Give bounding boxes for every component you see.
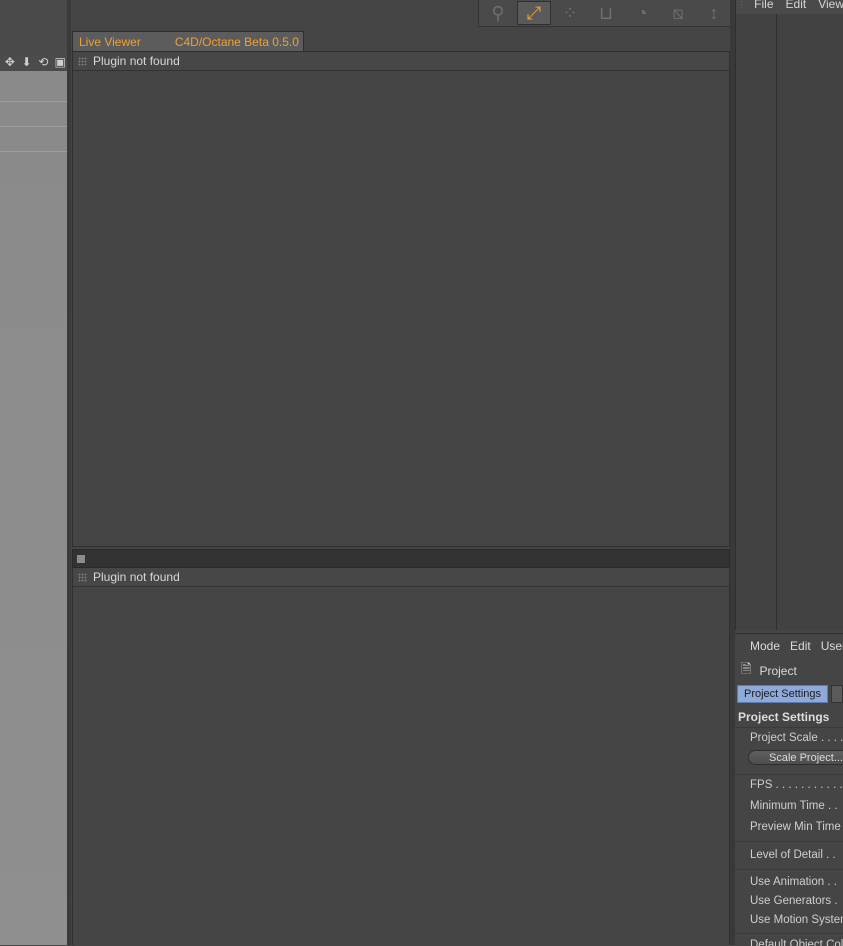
divider (735, 774, 843, 775)
reset-icon[interactable]: ⟲ (36, 55, 52, 69)
left-list-panel (0, 71, 67, 945)
live-viewer-top[interactable]: Plugin not found (72, 51, 730, 547)
tab-subtitle: C4D/Octane Beta 0.5.0 (174, 35, 299, 49)
level-of-detail-label: Level of Detail . . (750, 849, 836, 861)
menu-file[interactable]: File (754, 0, 773, 10)
menu-edit[interactable]: Edit (790, 639, 811, 653)
grid-dots-icon[interactable]: ⁘ (553, 1, 587, 25)
project-scale-label: Project Scale . . . . (750, 732, 843, 744)
live-viewer-tab[interactable]: Live Viewer C4D/Octane Beta 0.5.0 (72, 31, 304, 52)
tab-title: Live Viewer (79, 35, 141, 49)
list-item[interactable] (0, 127, 67, 152)
grip-icon[interactable] (78, 572, 87, 582)
top-toolbar: ⚲ ⤢ ⁘ ⊔ ◔ ⧅ ↕ (478, 0, 731, 27)
scene-icon[interactable]: ⧅ (661, 1, 695, 25)
minimum-time-label: Minimum Time . . (750, 800, 838, 812)
context-label: Project (759, 664, 797, 678)
divider (735, 869, 843, 870)
down-arrow-icon[interactable]: ⬇ (19, 55, 35, 69)
menu-view[interactable]: View (818, 0, 843, 10)
grip-icon[interactable] (78, 56, 87, 66)
axis-icon[interactable]: ⤢ (517, 1, 551, 25)
attribute-manager: Mode Edit User Data 🗎 Project Project Se… (735, 633, 843, 946)
project-context: 🗎 Project (735, 660, 843, 682)
viewer-message: Plugin not found (93, 54, 180, 68)
use-motion-system-label: Use Motion System (750, 914, 843, 926)
divider (735, 933, 843, 934)
panel-divider[interactable] (67, 0, 71, 945)
column-divider (776, 14, 777, 630)
viewer-message: Plugin not found (93, 570, 180, 584)
preview-min-time-label: Preview Min Time (750, 821, 841, 833)
tab-next[interactable] (831, 685, 843, 703)
attribute-manager-menu: Mode Edit User Data (735, 634, 843, 658)
deformer-icon[interactable]: ⊔ (589, 1, 623, 25)
use-animation-label: Use Animation . . (750, 876, 837, 888)
viewer-header: Plugin not found (73, 52, 729, 71)
menu-mode[interactable]: Mode (750, 639, 780, 653)
section-title: Project Settings (738, 710, 830, 724)
list-item[interactable] (0, 71, 67, 102)
move-icon[interactable]: ✥ (2, 55, 18, 69)
viewer-splitter[interactable] (72, 549, 730, 568)
menu-user-data[interactable]: User Data (821, 639, 843, 653)
grip-icon[interactable] (741, 0, 743, 9)
coordinates-icon[interactable]: ↕ (697, 1, 731, 25)
render-sphere-icon[interactable]: ⚲ (481, 1, 515, 25)
use-generators-label: Use Generators . (750, 895, 838, 907)
left-toolbar: ✥ ⬇ ⟲ ▣ (0, 53, 68, 70)
attribute-tabs: Project Settings (737, 685, 843, 703)
shape-icon[interactable]: ◔ (625, 1, 659, 25)
divider (735, 727, 843, 728)
menu-edit[interactable]: Edit (786, 0, 807, 10)
viewer-header: Plugin not found (73, 568, 729, 587)
divider (735, 841, 843, 842)
live-viewer-bottom[interactable]: Plugin not found (72, 568, 730, 945)
tab-project-settings[interactable]: Project Settings (737, 685, 829, 703)
object-manager-menu: File Edit View (736, 0, 843, 14)
document-icon: 🗎 (741, 661, 752, 676)
scale-project-button[interactable]: Scale Project... (748, 750, 843, 765)
list-item[interactable] (0, 102, 67, 127)
object-manager: File Edit View (735, 0, 843, 630)
window-icon[interactable]: ▣ (52, 55, 68, 69)
splitter-handle-icon[interactable] (77, 555, 85, 563)
fps-label: FPS . . . . . . . . . . . . (750, 779, 843, 791)
